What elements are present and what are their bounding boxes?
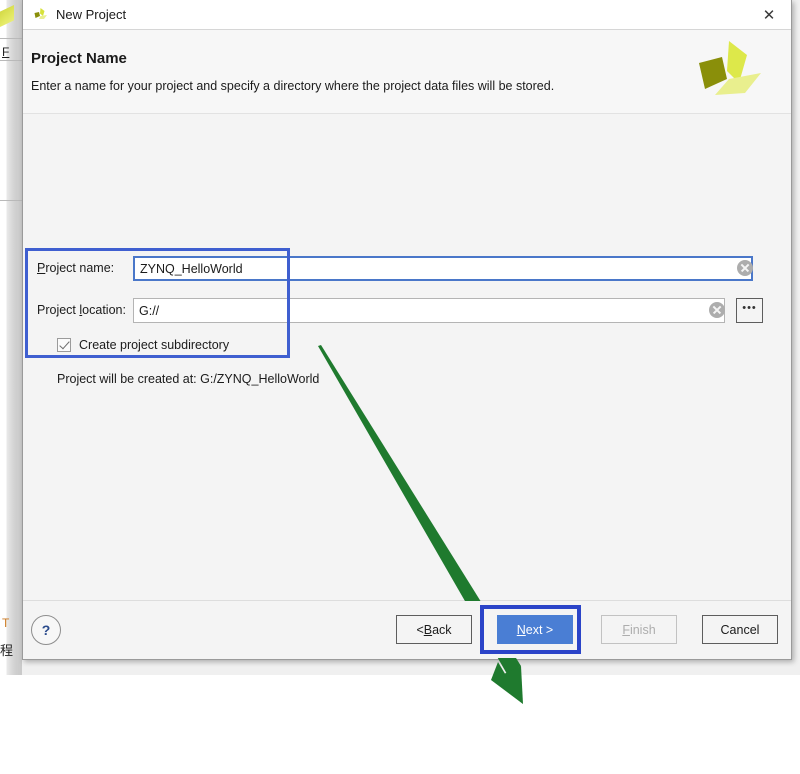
vivado-logo-icon [34,8,47,19]
background-left-strip [0,0,22,675]
dialog-body: Project name: Project location: ••• Crea… [23,114,791,704]
project-location-label: Project location: [37,303,126,317]
next-button[interactable]: Next > [497,615,573,644]
new-project-dialog: New Project ✕ Project Name Enter a name … [22,0,792,704]
page-title: Project Name [31,50,127,67]
page-subtitle: Enter a name for your project and specif… [31,79,555,93]
background-divider [0,60,22,61]
project-name-input[interactable] [133,256,753,281]
dialog-footer: ? < Back Next > Finish Cancel [23,601,791,658]
browse-button[interactable]: ••• [736,298,763,323]
background-text-cjk: 程 [0,644,14,659]
xilinx-vivado-logo [699,41,761,95]
close-icon[interactable]: ✕ [747,0,791,29]
dialog-title: New Project [56,7,127,22]
background-menu-file[interactable]: F [2,45,9,59]
checkbox-check-icon[interactable] [57,338,71,352]
annotation-green-arrow [318,345,523,704]
project-location-input[interactable] [133,298,725,323]
background-divider [0,38,22,39]
create-subdirectory-label: Create project subdirectory [79,338,230,352]
back-button[interactable]: < Back [396,615,472,644]
background-divider [0,200,22,201]
background-text-t: T [2,616,10,630]
finish-button: Finish [601,615,677,644]
project-location-clear-icon[interactable] [709,302,725,318]
cancel-button[interactable]: Cancel [702,615,778,644]
help-button[interactable]: ? [31,615,61,645]
project-path-status: Project will be created at: G:/ZYNQ_Hell… [57,372,320,386]
background-menu-file-label: F [2,45,10,59]
project-name-row: Project name: [23,256,783,281]
project-location-row: Project location: ••• [23,298,783,323]
dialog-titlebar[interactable]: New Project ✕ [23,0,791,30]
create-subdirectory-checkbox[interactable]: Create project subdirectory [57,338,229,352]
dialog-header: Project Name Enter a name for your proje… [23,30,791,114]
project-name-label: Project name: [37,261,115,275]
project-name-clear-icon[interactable] [737,260,753,276]
